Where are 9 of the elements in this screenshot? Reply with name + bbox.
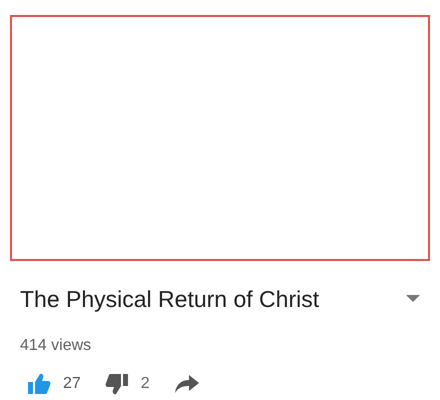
like-count: 27: [63, 374, 81, 394]
thumbs-up-icon[interactable]: [27, 372, 51, 396]
share-arrow-icon[interactable]: [174, 374, 200, 394]
video-title: The Physical Return of Christ: [20, 285, 320, 314]
expand-caret-icon[interactable]: [404, 294, 422, 304]
dislike-count: 2: [140, 374, 150, 394]
view-count: 414 views: [19, 336, 92, 356]
video-frame[interactable]: [10, 15, 430, 261]
thumbs-down-icon[interactable]: [104, 372, 129, 396]
